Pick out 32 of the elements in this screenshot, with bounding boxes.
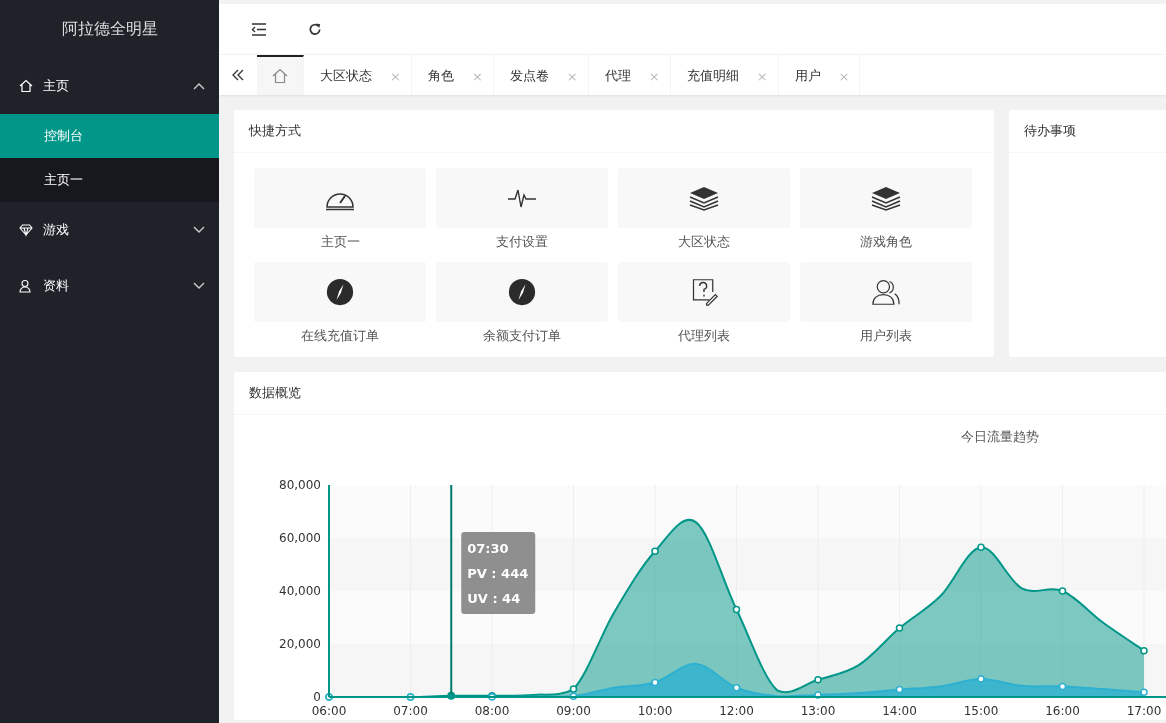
shortcut-label: 支付设置 (496, 233, 548, 251)
y-axis-label: 80,000 (279, 478, 321, 492)
chart-title: 今日流量趋势 (961, 429, 1039, 444)
shortcut-label: 主页一 (320, 233, 360, 251)
shortcut-label: 游戏角色 (860, 233, 912, 251)
y-axis-label: 20,000 (279, 637, 321, 651)
x-axis-label: 10:00 (637, 704, 673, 718)
y-axis-label: 60,000 (279, 531, 321, 545)
app-title: 阿拉德全明星 (60, 18, 159, 40)
x-axis-label: 13:00 (800, 704, 836, 718)
x-axis-label: 16:00 (1045, 704, 1080, 718)
shortcut-label: 代理列表 (678, 327, 730, 345)
x-axis-label: 08:00 (474, 704, 510, 718)
card-title: 待办事项 (1009, 110, 1166, 153)
shortcut-label: 在线充值订单 (301, 327, 379, 345)
x-axis-label: 09:00 (556, 704, 591, 718)
x-axis-label: 07:00 (393, 704, 428, 718)
shortcut-label: 用户列表 (860, 327, 912, 345)
tooltip-text: 07:30 (467, 541, 509, 556)
tooltip-text: UV : 44 (467, 591, 521, 606)
x-axis-label: 17:00 (1126, 704, 1162, 718)
card-title: 数据概览 (234, 372, 1166, 415)
shortcut-label: 余额支付订单 (483, 327, 561, 345)
x-axis-label: 12:00 (719, 704, 754, 718)
x-axis-label: 14:00 (882, 704, 917, 718)
y-axis-label: 40,000 (279, 584, 321, 598)
x-axis-label: 15:00 (963, 704, 999, 718)
card-title: 快捷方式 (234, 110, 994, 153)
x-axis-label: 06:00 (311, 704, 347, 718)
y-axis-label: 0 (313, 690, 321, 704)
shortcut-label: 大区状态 (678, 233, 730, 251)
tooltip-text: PV : 444 (467, 566, 529, 581)
